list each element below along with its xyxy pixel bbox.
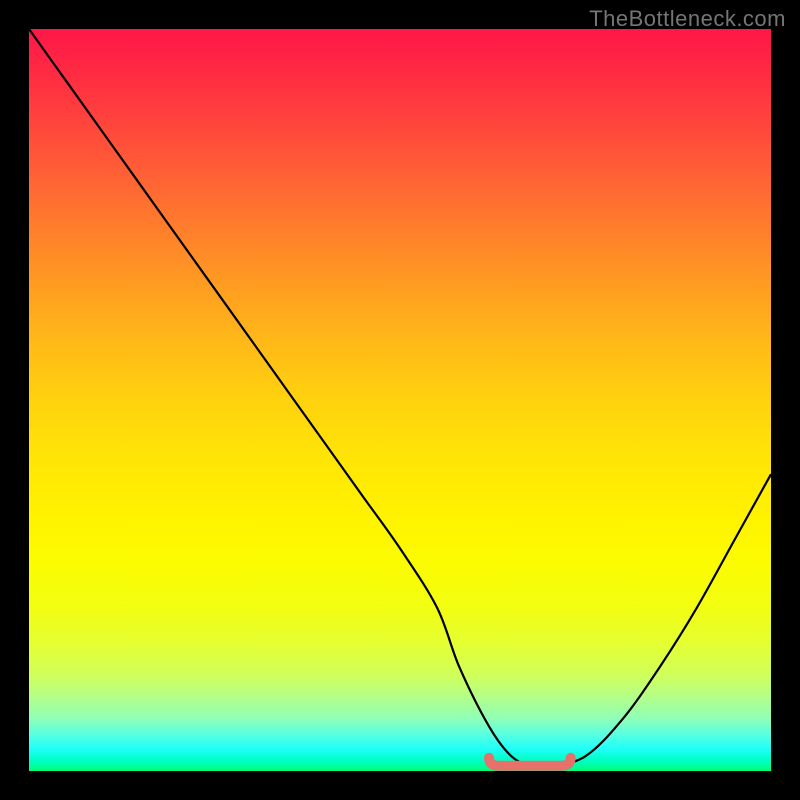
chart-marker-layer xyxy=(29,29,771,771)
optimal-range-marker xyxy=(489,758,571,766)
watermark-text: TheBottleneck.com xyxy=(589,6,786,32)
chart-plot-area xyxy=(29,29,771,771)
